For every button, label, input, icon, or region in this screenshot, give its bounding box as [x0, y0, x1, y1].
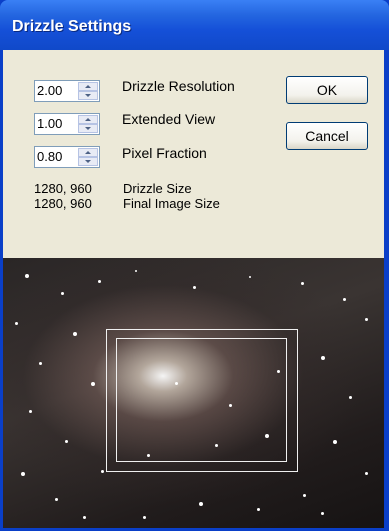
arrow-down-icon: [85, 94, 91, 97]
star: [229, 404, 232, 407]
star: [135, 270, 137, 272]
star: [73, 332, 77, 336]
star: [321, 356, 325, 360]
spinner-buttons: [78, 115, 98, 133]
star: [143, 516, 146, 519]
star: [175, 382, 178, 385]
drizzle-size-value: 1280, 960: [34, 181, 92, 196]
star: [83, 516, 86, 519]
spin-down-button[interactable]: [78, 91, 98, 100]
image-preview[interactable]: [3, 258, 384, 528]
star: [39, 362, 42, 365]
star: [25, 274, 29, 278]
pixel-fraction-label: Pixel Fraction: [122, 145, 207, 161]
drizzle-settings-window: Drizzle Settings 2.00 Drizzle Resolution…: [0, 0, 389, 531]
star: [61, 292, 64, 295]
arrow-down-icon: [85, 127, 91, 130]
final-image-size-label: Final Image Size: [123, 196, 220, 211]
spin-up-button[interactable]: [78, 115, 98, 124]
star: [343, 298, 346, 301]
star: [277, 370, 280, 373]
star: [265, 434, 269, 438]
star: [321, 512, 324, 515]
pixel-fraction-value[interactable]: 0.80: [37, 149, 62, 164]
final-image-size-value: 1280, 960: [34, 196, 92, 211]
arrow-up-icon: [85, 85, 91, 88]
arrow-up-icon: [85, 118, 91, 121]
star: [91, 382, 95, 386]
star: [365, 318, 368, 321]
star: [147, 454, 150, 457]
star: [349, 396, 352, 399]
drizzle-region-inner-frame: [116, 338, 287, 462]
extended-view-value[interactable]: 1.00: [37, 116, 62, 131]
star: [55, 498, 58, 501]
star: [29, 410, 32, 413]
star: [21, 472, 25, 476]
star: [249, 276, 251, 278]
drizzle-resolution-spinner[interactable]: 2.00: [34, 80, 100, 102]
window-title: Drizzle Settings: [12, 18, 132, 35]
dialog-client-area: 2.00 Drizzle Resolution 1.00 Extended Vi…: [3, 50, 384, 528]
star: [101, 470, 104, 473]
spin-up-button[interactable]: [78, 82, 98, 91]
star: [257, 508, 260, 511]
spinner-buttons: [78, 82, 98, 100]
cancel-button[interactable]: Cancel: [286, 122, 368, 150]
spin-up-button[interactable]: [78, 148, 98, 157]
extended-view-label: Extended View: [122, 111, 216, 127]
drizzle-resolution-label: Drizzle Resolution: [122, 78, 235, 94]
arrow-up-icon: [85, 151, 91, 154]
star: [15, 322, 18, 325]
extended-view-spinner[interactable]: 1.00: [34, 113, 100, 135]
star: [193, 286, 196, 289]
star: [365, 472, 368, 475]
title-bar[interactable]: Drizzle Settings: [0, 0, 389, 50]
star: [199, 502, 203, 506]
star: [333, 440, 337, 444]
star: [301, 282, 304, 285]
star: [215, 444, 218, 447]
drizzle-resolution-value[interactable]: 2.00: [37, 83, 62, 98]
spin-down-button[interactable]: [78, 157, 98, 166]
star: [65, 440, 68, 443]
pixel-fraction-spinner[interactable]: 0.80: [34, 146, 100, 168]
star: [303, 494, 306, 497]
arrow-down-icon: [85, 160, 91, 163]
drizzle-size-label: Drizzle Size: [123, 181, 192, 196]
spin-down-button[interactable]: [78, 124, 98, 133]
spinner-buttons: [78, 148, 98, 166]
ok-button[interactable]: OK: [286, 76, 368, 104]
star: [98, 280, 101, 283]
